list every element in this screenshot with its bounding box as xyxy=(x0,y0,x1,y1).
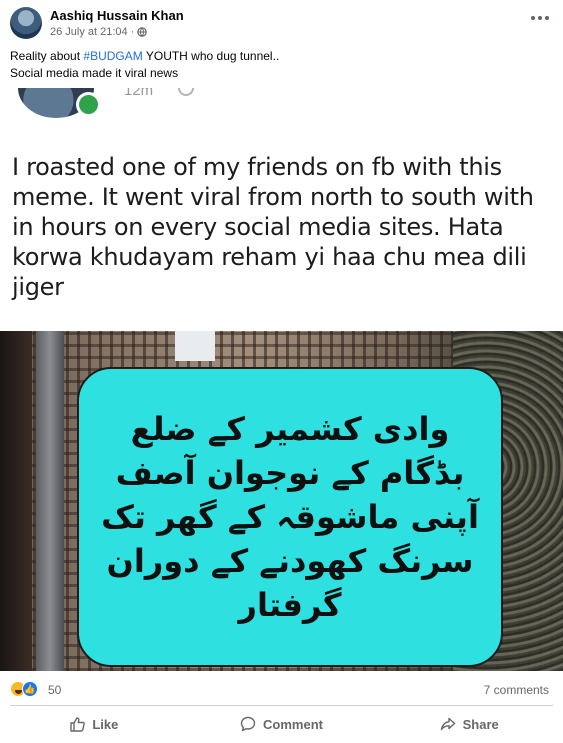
reactions-bar: 👍 50 7 comments xyxy=(0,675,563,703)
caption-line-2: Social media made it viral news xyxy=(10,66,179,80)
comments-count[interactable]: 7 comments xyxy=(484,683,549,697)
comment-label: Comment xyxy=(263,716,323,732)
inner-globe-icon xyxy=(178,88,194,96)
like-button[interactable]: Like xyxy=(0,707,188,741)
photo-shadow xyxy=(0,331,32,671)
post-header: Aashiq Hussain Khan 26 July at 21:04 · xyxy=(0,0,563,46)
urdu-line-1: وادی کشمیر کے ضلع xyxy=(130,410,450,448)
post-meta: 26 July at 21:04 · xyxy=(50,26,148,38)
action-bar: Like Comment Share xyxy=(0,707,563,741)
globe-icon xyxy=(137,27,148,37)
author-name[interactable]: Aashiq Hussain Khan xyxy=(50,8,184,23)
urdu-text-box: وادی کشمیر کے ضلع بڈگام کے نوجوان آصف آپ… xyxy=(77,367,503,667)
comment-icon xyxy=(240,716,256,732)
caption-prefix: Reality about xyxy=(10,49,84,63)
share-label: Share xyxy=(462,716,499,732)
online-status-icon xyxy=(76,92,101,117)
author-avatar[interactable] xyxy=(10,7,42,39)
post-caption: Reality about #BUDGAM YOUTH who dug tunn… xyxy=(10,48,550,82)
reaction-icons[interactable]: 👍 xyxy=(10,681,44,697)
like-icon: 👍 xyxy=(22,681,38,697)
reaction-count[interactable]: 50 xyxy=(48,683,61,697)
more-options-icon[interactable] xyxy=(531,14,551,22)
comment-button[interactable]: Comment xyxy=(188,707,376,741)
urdu-line-5: گرفتار xyxy=(238,586,342,624)
screenshot-text-area: 12m I roasted one of my friends on fb wi… xyxy=(0,88,563,332)
urdu-line-2: بڈگام کے نوجوان آصف xyxy=(115,454,465,492)
caption-suffix: YOUTH who dug tunnel.. xyxy=(142,49,280,63)
urdu-line-3: آپنی ماشوقہ کے گھر تک xyxy=(101,498,479,536)
urdu-text: وادی کشمیر کے ضلع بڈگام کے نوجوان آصف آپ… xyxy=(100,407,480,627)
post-timestamp[interactable]: 26 July at 21:04 xyxy=(50,26,128,38)
photo-highlight xyxy=(175,331,215,361)
like-label: Like xyxy=(92,716,119,732)
meta-separator: · xyxy=(130,26,135,38)
bag-strap xyxy=(36,331,64,671)
inner-time: 12m xyxy=(124,88,154,99)
action-divider xyxy=(10,705,553,706)
thumbs-up-icon xyxy=(70,717,86,732)
share-icon xyxy=(440,717,455,731)
urdu-line-4: سرنگ کھودنے کے دوران xyxy=(106,542,474,580)
share-button[interactable]: Share xyxy=(375,707,563,741)
post-image[interactable]: 12m I roasted one of my friends on fb wi… xyxy=(0,88,563,671)
meme-text: I roasted one of my friends on fb with t… xyxy=(12,153,534,301)
hashtag-link[interactable]: #BUDGAM xyxy=(83,49,142,63)
